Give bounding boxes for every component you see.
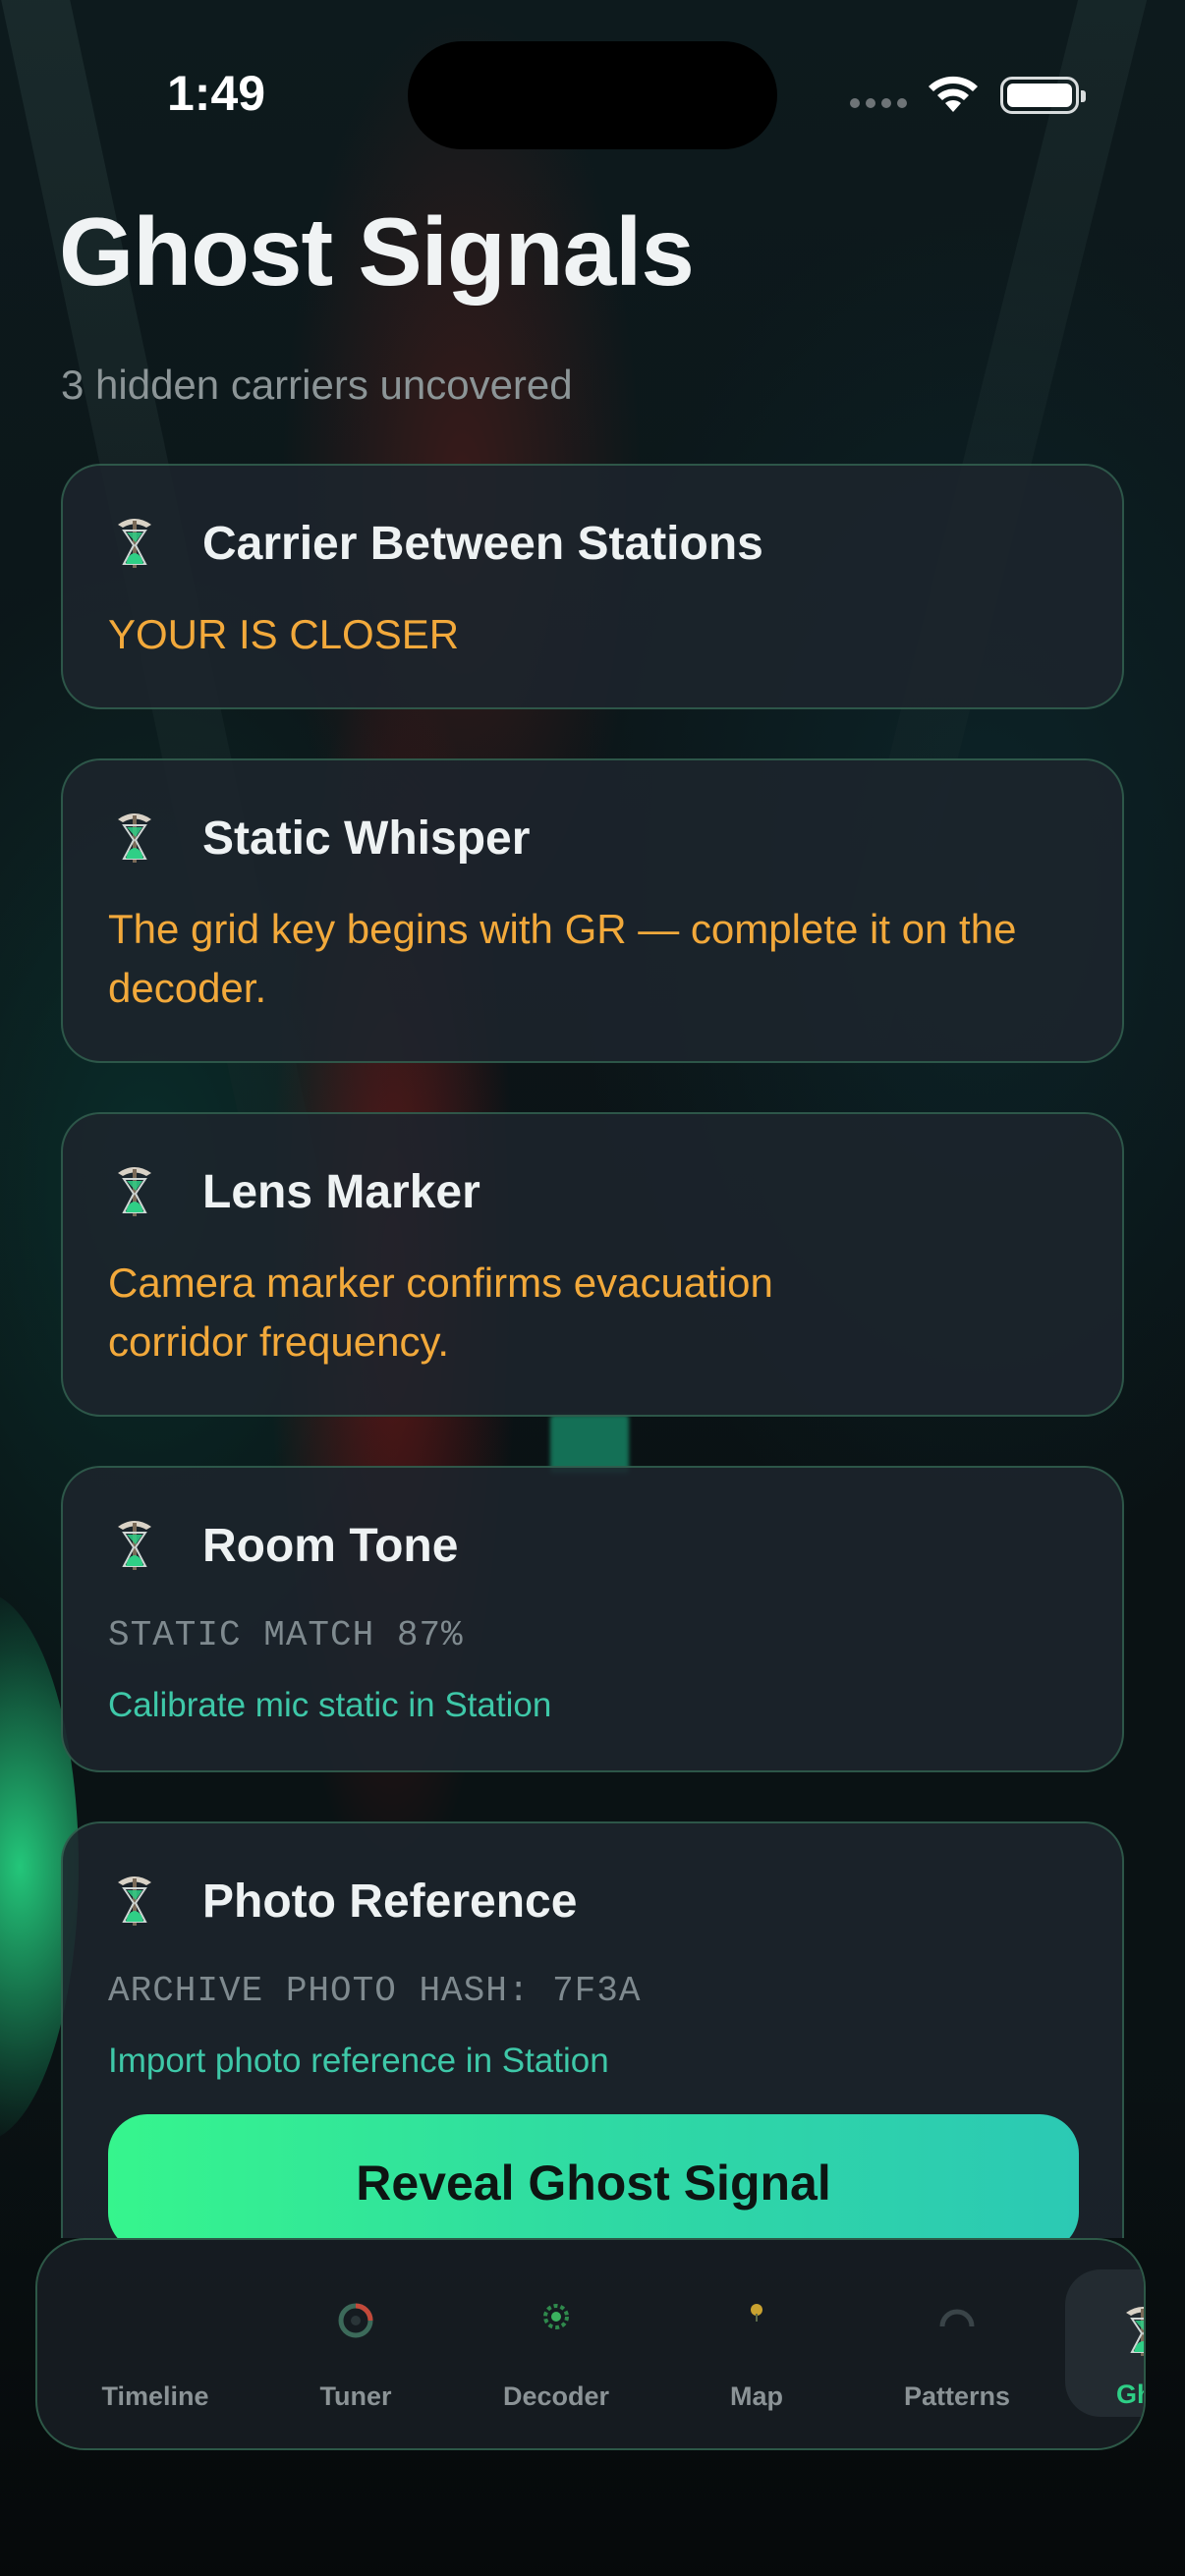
card-hint: YOUR IS CLOSER: [108, 611, 460, 657]
static-match-readout: STATIC MATCH 87%: [108, 1615, 464, 1655]
photo-hash-readout: ARCHIVE PHOTO HASH: 7F3A: [108, 1971, 642, 2011]
tab-label: Timeline: [101, 2381, 209, 2411]
reveal-ghost-signal-button[interactable]: Reveal Ghost Signal: [108, 2114, 1079, 2238]
card-title: Room Tone: [202, 1520, 459, 1572]
tab-label: Tuner: [319, 2381, 392, 2411]
card-title: Lens Marker: [202, 1166, 480, 1218]
tab-tuner[interactable]: Tuner: [255, 2240, 456, 2448]
card-title: Carrier Between Stations: [202, 518, 763, 570]
import-photo-link[interactable]: Import photo reference in Station: [108, 2042, 609, 2081]
dial-icon: [338, 2303, 373, 2338]
tab-label: Ghos: [1116, 2380, 1144, 2409]
ghost-card-carrier[interactable]: Carrier Between Stations YOUR IS CLOSER: [61, 464, 1124, 709]
ghost-card-static-whisper[interactable]: Static Whisper The grid key begins with …: [61, 758, 1124, 1063]
card-hint-line-2: corridor frequency.: [108, 1318, 450, 1365]
hourglass-pickaxe-icon: [114, 1873, 155, 1930]
tab-patterns[interactable]: Patterns: [857, 2240, 1057, 2448]
cards-scroll[interactable]: Carrier Between Stations YOUR IS CLOSER …: [0, 0, 1185, 2238]
tab-bar: Timeline Tuner Decoder Map Patterns Ghos: [35, 2238, 1146, 2450]
card-hint: The grid key begins with GR — complete i…: [108, 906, 1017, 1011]
hourglass-pickaxe-icon: [114, 1163, 155, 1220]
gear-icon: [543, 2304, 569, 2329]
hourglass-pickaxe-icon: [114, 810, 155, 867]
hourglass-pickaxe-icon: [114, 1517, 155, 1574]
tab-map[interactable]: Map: [656, 2240, 857, 2448]
hourglass-pickaxe-icon: [1122, 2303, 1146, 2360]
tab-decoder[interactable]: Decoder: [456, 2240, 656, 2448]
gauge-icon: [939, 2309, 975, 2327]
tab-label: Decoder: [502, 2381, 610, 2411]
calibrate-mic-link[interactable]: Calibrate mic static in Station: [108, 1686, 551, 1725]
tab-timeline[interactable]: Timeline: [55, 2240, 255, 2448]
ghost-card-room-tone[interactable]: Room Tone STATIC MATCH 87% Calibrate mic…: [61, 1466, 1124, 1772]
ghost-card-photo-reference[interactable]: Photo Reference ARCHIVE PHOTO HASH: 7F3A…: [61, 1821, 1124, 2238]
hourglass-pickaxe-icon: [114, 515, 155, 572]
pin-icon: [751, 2304, 762, 2322]
ghost-card-lens-marker[interactable]: Lens Marker Camera marker confirms evacu…: [61, 1112, 1124, 1417]
tab-label: Map: [730, 2381, 783, 2411]
card-title: Photo Reference: [202, 1876, 578, 1928]
tab-label: Patterns: [903, 2381, 1011, 2411]
card-title: Static Whisper: [202, 812, 531, 865]
tab-ghost-signals[interactable]: Ghos: [1065, 2269, 1146, 2417]
card-hint-line-1: Camera marker confirms evacuation: [108, 1260, 773, 1306]
